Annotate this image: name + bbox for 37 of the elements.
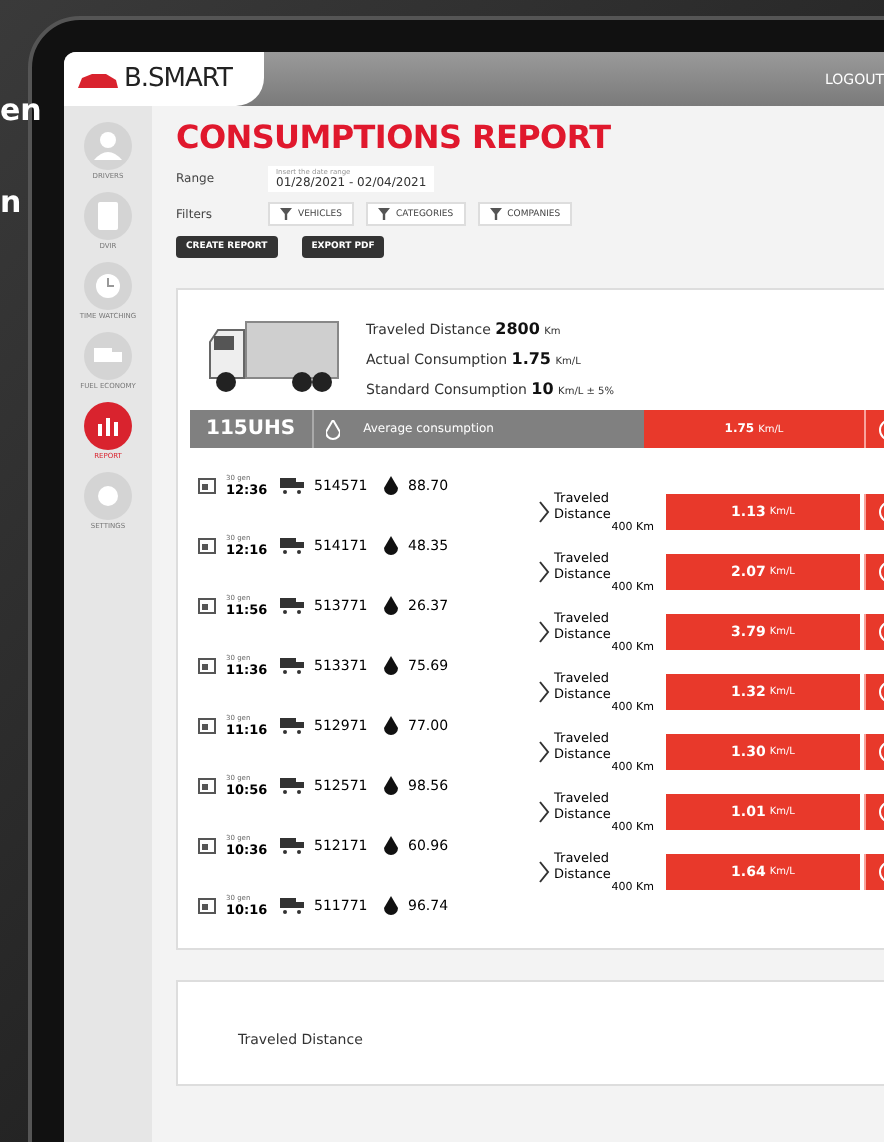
fuel-drop-icon — [384, 836, 398, 856]
fuel-drop-icon — [384, 896, 398, 916]
filter-icon — [489, 208, 502, 220]
fuel-drop-icon — [384, 536, 398, 556]
calendar-icon — [198, 778, 216, 794]
calendar-icon — [198, 898, 216, 914]
car-logo-icon — [76, 69, 120, 89]
calendar-icon — [198, 658, 216, 674]
page-title: CONSUMPTIONS REPORT — [176, 118, 613, 156]
person-icon — [84, 122, 132, 170]
fuel-drop-icon — [384, 716, 398, 736]
chevron-right-icon — [538, 740, 550, 764]
fuel-drop-icon — [384, 656, 398, 676]
filter-icon — [377, 208, 390, 220]
calendar-icon — [198, 538, 216, 554]
fuel-drop-icon — [384, 476, 398, 496]
backdrop-text: en — [0, 92, 42, 128]
chevron-right-icon — [538, 680, 550, 704]
bar-chart-icon — [84, 402, 132, 450]
logo-text: B.SMART — [124, 64, 232, 94]
backdrop-text: n — [0, 184, 22, 220]
plate-number: 115UHS — [190, 410, 314, 448]
chevron-right-icon — [538, 620, 550, 644]
calendar-icon — [198, 718, 216, 734]
fuel-drop-icon — [325, 419, 340, 439]
filter-icon — [280, 208, 292, 220]
clock-icon — [84, 262, 132, 310]
chevron-right-icon — [538, 860, 550, 884]
chevron-right-icon — [538, 800, 550, 824]
fuel-drop-icon — [384, 596, 398, 616]
calendar-icon — [198, 838, 216, 854]
calendar-icon — [198, 598, 216, 614]
document-icon — [84, 192, 132, 240]
calendar-icon — [198, 478, 216, 494]
chevron-right-icon — [538, 560, 550, 584]
chevron-right-icon — [538, 500, 550, 524]
fuel-drop-icon — [384, 776, 398, 796]
